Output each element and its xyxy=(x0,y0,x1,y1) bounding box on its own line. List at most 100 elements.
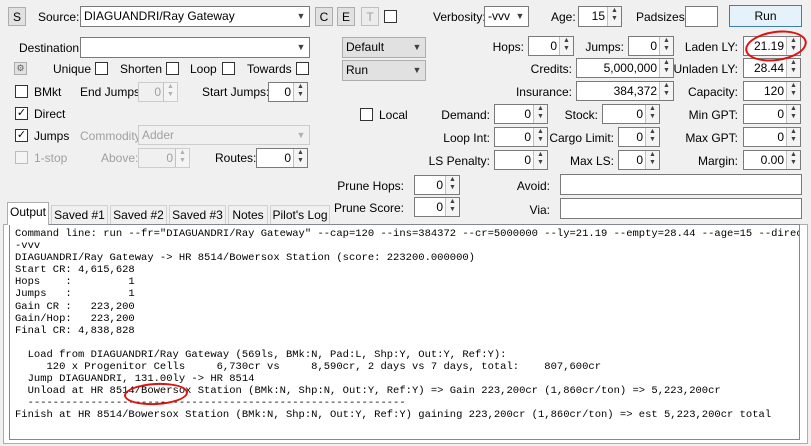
destination-combo[interactable]: ▼ xyxy=(80,37,310,58)
c-button[interactable]: C xyxy=(315,7,333,26)
action-select[interactable]: Run ▼ xyxy=(342,60,426,81)
unladen-ly-label: Unladen LY: xyxy=(673,62,739,76)
credits-spinner[interactable]: 5,000,000 ▲ ▼ xyxy=(576,58,674,78)
spin-arrows-icon[interactable]: ▲ ▼ xyxy=(659,37,673,55)
insurance-value: 384,372 xyxy=(613,84,657,98)
loop-int-value: 0 xyxy=(524,130,531,144)
spin-arrows-icon[interactable]: ▲ ▼ xyxy=(533,105,547,123)
chevron-down-icon[interactable]: ▼ xyxy=(293,126,309,144)
chevron-down-icon[interactable]: ▼ xyxy=(293,7,309,26)
e-button[interactable]: E xyxy=(337,7,355,26)
jumps-param-value: 0 xyxy=(650,39,657,53)
ls-penalty-label: LS Penalty: xyxy=(428,154,490,168)
output-textarea[interactable]: Command line: run --fr="DIAGUANDRI/Ray G… xyxy=(9,224,800,440)
jumps-checkbox[interactable]: ✓ xyxy=(15,129,28,142)
commodity-combo[interactable]: Adder ▼ xyxy=(138,125,310,145)
stock-label: Stock: xyxy=(564,108,598,122)
prune-score-spinner[interactable]: 0 ▲ ▼ xyxy=(414,197,460,217)
gear-icon[interactable]: ⚙ xyxy=(14,62,27,75)
bmkt-checkbox[interactable] xyxy=(15,85,28,98)
end-jumps-spinner[interactable]: 0 ▲ ▼ xyxy=(138,82,178,102)
spin-arrows-icon[interactable]: ▲ ▼ xyxy=(786,82,800,100)
verbosity-label: Verbosity: xyxy=(433,10,486,24)
verbosity-select[interactable]: -vvv ▼ xyxy=(484,6,529,27)
spin-arrows-icon[interactable]: ▲ ▼ xyxy=(645,151,659,169)
insurance-spinner[interactable]: 384,372 ▲ ▼ xyxy=(576,81,674,101)
source-combo[interactable]: DIAGUANDRI/Ray Gateway ▼ xyxy=(80,6,310,27)
t-button[interactable]: T xyxy=(361,7,379,26)
spin-arrows-icon[interactable]: ▲ ▼ xyxy=(533,128,547,146)
tab-saved-1[interactable]: Saved #1 xyxy=(51,205,108,224)
age-spinner[interactable]: 15 ▲ ▼ xyxy=(578,6,622,27)
start-jumps-spinner[interactable]: 0 ▲ ▼ xyxy=(268,82,308,102)
onestop-label: 1-stop xyxy=(34,151,68,165)
spin-arrows-icon[interactable]: ▲ ▼ xyxy=(786,151,800,169)
spin-arrows-icon[interactable]: ▲ ▼ xyxy=(445,176,459,194)
insurance-label: Insurance: xyxy=(515,85,572,99)
via-label: Via: xyxy=(529,203,550,217)
avoid-input[interactable] xyxy=(560,174,802,195)
spin-arrows-icon[interactable]: ▲ ▼ xyxy=(533,151,547,169)
start-jumps-value: 0 xyxy=(284,85,291,99)
min-gpt-spinner[interactable]: 0 ▲ ▼ xyxy=(743,104,801,124)
end-jumps-value: 0 xyxy=(154,85,161,99)
spin-arrows-icon[interactable]: ▲ ▼ xyxy=(293,83,307,101)
above-spinner[interactable]: 0 ▲ ▼ xyxy=(138,148,190,168)
spin-arrows-icon[interactable]: ▲ ▼ xyxy=(659,82,673,100)
margin-spinner[interactable]: 0.00 ▲ ▼ xyxy=(743,150,801,170)
credits-label: Credits: xyxy=(530,62,572,76)
s-button[interactable]: S xyxy=(8,7,26,26)
padsizes-input[interactable] xyxy=(685,6,718,27)
cargo-limit-label: Cargo Limit: xyxy=(549,131,614,145)
spin-arrows-icon[interactable]: ▲ ▼ xyxy=(163,83,177,101)
spin-arrows-icon[interactable]: ▲ ▼ xyxy=(607,7,621,26)
spin-arrows-icon[interactable]: ▲ ▼ xyxy=(645,105,659,123)
unique-checkbox[interactable] xyxy=(95,62,108,75)
via-input[interactable] xyxy=(560,198,802,219)
end-jumps-label: End Jumps: xyxy=(80,85,144,99)
spin-arrows-icon[interactable]: ▲ ▼ xyxy=(786,105,800,123)
spin-arrows-icon[interactable]: ▲ ▼ xyxy=(786,128,800,146)
unique-label: Unique xyxy=(53,62,92,76)
age-value: 15 xyxy=(591,9,605,23)
spin-arrows-icon[interactable]: ▲ ▼ xyxy=(786,59,800,77)
tab-saved-2[interactable]: Saved #2 xyxy=(110,205,167,224)
avoid-label: Avoid: xyxy=(516,179,550,193)
max-ls-spinner[interactable]: 0 ▲ ▼ xyxy=(618,150,660,170)
loop-checkbox[interactable] xyxy=(222,62,235,75)
spin-arrows-icon[interactable]: ▲ ▼ xyxy=(293,149,307,167)
capacity-spinner[interactable]: 120 ▲ ▼ xyxy=(743,81,801,101)
tab-pilots-log[interactable]: Pilot's Log xyxy=(270,205,330,224)
mode-select[interactable]: Default ▼ xyxy=(342,37,426,58)
stock-spinner[interactable]: 0 ▲ ▼ xyxy=(602,104,660,124)
chevron-down-icon[interactable]: ▼ xyxy=(512,7,528,26)
max-gpt-spinner[interactable]: 0 ▲ ▼ xyxy=(743,127,801,147)
chevron-down-icon[interactable]: ▼ xyxy=(409,38,425,57)
loop-int-spinner[interactable]: 0 ▲ ▼ xyxy=(494,127,548,147)
jumps-param-spinner[interactable]: 0 ▲ ▼ xyxy=(628,36,674,56)
direct-checkbox[interactable]: ✓ xyxy=(15,107,28,120)
commodity-value: Adder xyxy=(142,128,175,142)
chevron-down-icon[interactable]: ▼ xyxy=(409,61,425,80)
ls-penalty-spinner[interactable]: 0 ▲ ▼ xyxy=(494,150,548,170)
local-checkbox[interactable] xyxy=(360,108,373,121)
tab-output[interactable]: Output xyxy=(7,202,49,225)
onestop-checkbox[interactable] xyxy=(15,151,28,164)
cargo-limit-spinner[interactable]: 0 ▲ ▼ xyxy=(618,127,660,147)
local-label: Local xyxy=(379,108,408,122)
tab-notes[interactable]: Notes xyxy=(228,205,268,224)
towards-checkbox[interactable] xyxy=(296,62,309,75)
run-button[interactable]: Run xyxy=(729,5,802,27)
shorten-checkbox[interactable] xyxy=(166,62,179,75)
spin-arrows-icon[interactable]: ▲ ▼ xyxy=(175,149,189,167)
chevron-down-icon[interactable]: ▼ xyxy=(293,38,309,57)
demand-spinner[interactable]: 0 ▲ ▼ xyxy=(494,104,548,124)
spin-arrows-icon[interactable]: ▲ ▼ xyxy=(645,128,659,146)
tab-saved-3[interactable]: Saved #3 xyxy=(169,205,226,224)
shorten-label: Shorten xyxy=(120,62,163,76)
spin-arrows-icon[interactable]: ▲ ▼ xyxy=(445,198,459,216)
prune-hops-spinner[interactable]: 0 ▲ ▼ xyxy=(414,175,460,195)
margin-value: 0.00 xyxy=(760,153,784,167)
routes-spinner[interactable]: 0 ▲ ▼ xyxy=(256,148,308,168)
t-checkbox[interactable] xyxy=(384,10,397,23)
